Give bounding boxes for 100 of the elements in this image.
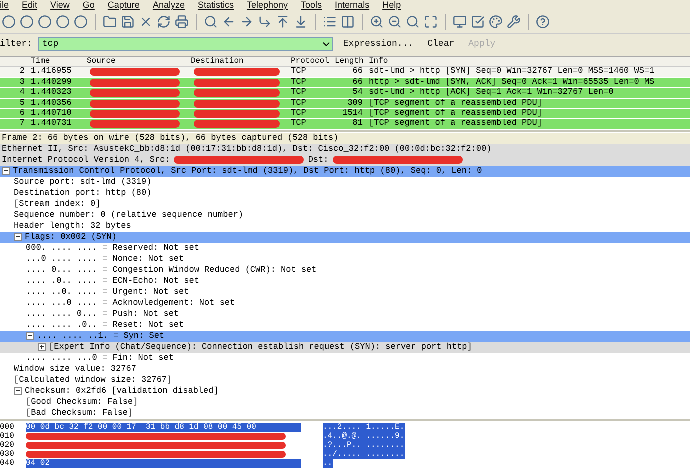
- column-header[interactable]: Info: [366, 57, 690, 66]
- filter-field[interactable]: tcp: [38, 37, 334, 51]
- hex-offset: 040: [0, 459, 16, 468]
- columns-icon[interactable]: [341, 15, 355, 29]
- filter-label: ilter:: [0, 39, 32, 49]
- search-icon[interactable]: [204, 15, 218, 29]
- tree-item[interactable]: [Good Checksum: False]: [0, 396, 690, 408]
- tree-item-text: .... 0... .... = Congestion Window Reduced (CWR): Not set: [26, 265, 317, 276]
- table-cell-text: http > sdt-lmd [SYN, ACK] Seq=0 Ack=1 Win=65535 Len=0 MS: [368, 78, 656, 88]
- tree-item[interactable]: .... ..0. .... = Urgent: Not set: [0, 286, 690, 298]
- tree-item[interactable]: Destination port: http (80): [0, 188, 690, 199]
- list-icon[interactable]: [323, 15, 337, 29]
- table-cell-text: 2: [18, 67, 26, 77]
- table-cell-text: [TCP segment of a reassembled PDU]: [368, 119, 544, 129]
- menu-item[interactable]: Analyze: [152, 0, 185, 11]
- tree-item[interactable]: Header length: 32 bytes: [0, 220, 690, 232]
- tree-item[interactable]: .... .... 0... = Push: Not set: [0, 308, 690, 320]
- tree-item[interactable]: [Calculated window size: 32767]: [0, 374, 690, 386]
- checkbox-icon[interactable]: [471, 15, 485, 29]
- column-header[interactable]: Destination: [188, 57, 288, 66]
- table-cell-text: 5: [18, 98, 26, 108]
- tree-item-text: [Bad Checksum: False]: [26, 408, 134, 418]
- zoom-out-icon[interactable]: [388, 15, 402, 29]
- menu-item[interactable]: Capture: [108, 0, 140, 11]
- tree-item-text: Window size value: 32767: [14, 364, 136, 374]
- packet-row[interactable]: 5 1.440356 TCP 309 [TCP segment of a reassembled PDU]: [0, 98, 690, 110]
- menu-item[interactable]: Statistics: [198, 0, 234, 11]
- tree-item-text: .... .... .0.. = Reset: Not set: [26, 320, 184, 330]
- tree-item[interactable]: Frame 2: 66 bytes on wire (528 bits), 66 bytes captured (528 bits): [0, 132, 690, 144]
- tree-item[interactable]: .... ...0 .... = Acknowledgement: Not set: [0, 298, 690, 309]
- expand-icon[interactable]: [38, 343, 46, 352]
- forward-icon[interactable]: [240, 15, 254, 29]
- packet-row[interactable]: 7 1.440731 TCP 81 [TCP segment of a reassembled PDU]: [0, 119, 690, 130]
- table-cell-text: 54: [352, 88, 364, 98]
- table-cell-text: 1.416955: [30, 67, 73, 77]
- help-icon[interactable]: [536, 15, 550, 29]
- tree-item[interactable]: Source port: sdt-lmd (3319): [0, 176, 690, 188]
- menu-item[interactable]: Telephony: [246, 0, 288, 11]
- hex-ascii: ..: [323, 459, 333, 468]
- table-cell-text: TCP: [290, 109, 308, 118]
- packet-row[interactable]: 4 1.440323 TCP 54 sdt-lmd > http [ACK] Seq=1 Ack=1 Win=32767 Len=0: [0, 88, 690, 99]
- tree-item[interactable]: Window size value: 32767: [0, 364, 690, 375]
- save-icon[interactable]: [121, 15, 135, 29]
- table-cell-text: 1.440299: [30, 78, 73, 88]
- tree-item-text: Sequence number: 0 (relative sequence number): [14, 210, 244, 220]
- collapse-icon[interactable]: [26, 332, 34, 340]
- tree-item[interactable]: ...0 .... .... = Nonce: Not set: [0, 254, 690, 265]
- tree-item[interactable]: [Bad Checksum: False]: [0, 408, 690, 419]
- menu-item[interactable]: Edit: [22, 0, 38, 11]
- collapse-icon[interactable]: [14, 387, 22, 396]
- tree-item[interactable]: Transmission Control Protocol, Src Port: sdt-lmd (3319), Dst Port: http (80), Seq: 0, Len: 0: [0, 166, 690, 177]
- packet-row[interactable]: 3 1.440299 TCP 66 http > sdt-lmd [SYN, ACK] Seq=0 Ack=1 Win=65535 Len=0 MS: [0, 78, 690, 88]
- close-icon[interactable]: [139, 15, 153, 29]
- tree-item-text: Flags: 0x002 (SYN): [25, 232, 117, 242]
- menu-item[interactable]: ile: [0, 0, 10, 11]
- menu-item[interactable]: View: [50, 0, 70, 11]
- tree-item[interactable]: Sequence number: 0 (relative sequence number): [0, 210, 690, 221]
- tree-item[interactable]: Internet Protocol Version 4, Src: Dst:: [0, 154, 690, 166]
- collapse-icon[interactable]: [14, 233, 22, 242]
- table-cell-text: 1.440356: [30, 98, 73, 108]
- palette-icon[interactable]: [489, 15, 503, 29]
- tree-item[interactable]: [Expert Info (Chat/Sequence): Connection establish request (SYN): server port http]: [0, 342, 690, 353]
- menu-item[interactable]: Tools: [301, 0, 322, 11]
- table-cell-text: sdt-lmd > http [SYN] Seq=0 Win=32767 Len=0 MSS=1460 WS=1: [368, 67, 656, 77]
- menu-item[interactable]: Help: [382, 0, 402, 11]
- table-cell-text: 7: [18, 119, 26, 129]
- tree-item[interactable]: .... .... ..1. = Syn: Set: [0, 330, 690, 342]
- tree-item[interactable]: Flags: 0x002 (SYN): [0, 232, 690, 243]
- folder-icon[interactable]: [103, 15, 117, 29]
- tree-item[interactable]: .... .... ...0 = Fin: Not set: [0, 352, 690, 364]
- menu-item[interactable]: Internals: [335, 0, 370, 11]
- resize-icon[interactable]: [424, 15, 438, 29]
- hex-ascii: ../..... ........: [323, 450, 405, 459]
- print-icon[interactable]: [175, 15, 189, 29]
- column-header[interactable]: Time: [28, 57, 84, 66]
- column-header[interactable]: Length: [332, 57, 366, 66]
- packet-row[interactable]: 6 1.440710 TCP 1514 [TCP segment of a reassembled PDU]: [0, 109, 690, 120]
- collapse-icon[interactable]: [2, 167, 10, 176]
- column-header[interactable]: Source: [84, 57, 188, 66]
- tree-item[interactable]: 000. .... .... = Reserved: Not set: [0, 242, 690, 254]
- tree-item[interactable]: Ethernet II, Src: AsustekC_bb:d8:1d (00:17:31:bb:d8:1d), Dst: Cisco_32:f2:00 (00:0d:bc:32:f2:00): [0, 144, 690, 155]
- tree-item-text: .... .... ..1. = Syn: Set: [37, 331, 165, 342]
- filter-button[interactable]: Clear: [424, 39, 459, 49]
- filter-button[interactable]: Expression...: [339, 39, 418, 49]
- back-icon[interactable]: [222, 15, 236, 29]
- tree-item[interactable]: .... .0.. .... = ECN-Echo: Not set: [0, 276, 690, 287]
- wrench-icon[interactable]: [507, 15, 521, 29]
- tree-item[interactable]: [Stream index: 0]: [0, 198, 690, 210]
- column-header[interactable]: Protocol: [288, 57, 332, 66]
- reload-icon[interactable]: [157, 15, 171, 29]
- hex-ascii: .?...P.. ........: [323, 441, 405, 450]
- tree-item[interactable]: Checksum: 0x2fd6 [validation disabled]: [0, 386, 690, 397]
- table-cell-text: 1.440323: [30, 88, 73, 98]
- monitor-icon[interactable]: [453, 15, 467, 29]
- tree-item[interactable]: .... .... .0.. = Reset: Not set: [0, 320, 690, 331]
- packet-row[interactable]: 2 1.416955 TCP 66 sdt-lmd > http [SYN] Seq=0 Win=32767 Len=0 MSS=1460 WS=1: [0, 67, 690, 78]
- tree-item[interactable]: .... 0... .... = Congestion Window Reduced (CWR): Not set: [0, 264, 690, 276]
- tree-item-text: Source port: sdt-lmd (3319): [14, 177, 152, 188]
- menu-item[interactable]: Go: [82, 0, 95, 11]
- zoom-in-icon[interactable]: [370, 15, 384, 29]
